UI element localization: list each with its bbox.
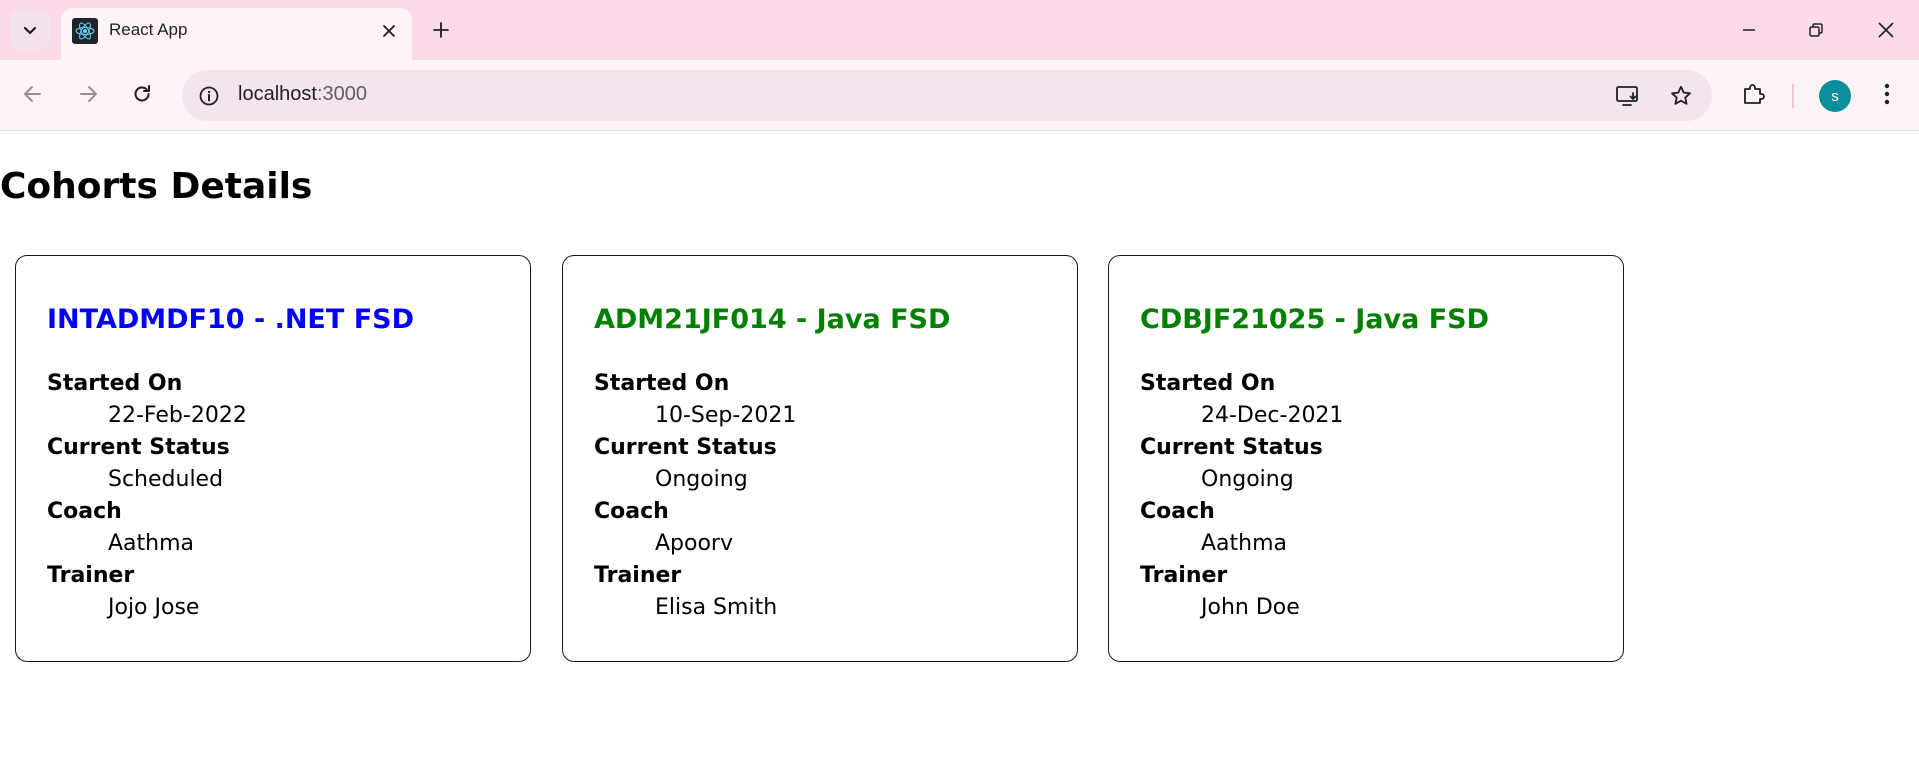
- more-vertical-icon: [1884, 83, 1890, 105]
- cohort-details: Started On 24-Dec-2021 Current Status On…: [1140, 368, 1343, 624]
- current-status-value: Ongoing: [1201, 467, 1294, 492]
- cohort-card: ADM21JF014 - Java FSD Started On 10-Sep-…: [562, 255, 1078, 662]
- reload-icon: [134, 85, 150, 102]
- current-status-label: Current Status: [594, 435, 777, 460]
- current-status-label: Current Status: [1140, 435, 1323, 460]
- started-on-label: Started On: [47, 371, 183, 396]
- trainer-value: Elisa Smith: [655, 595, 778, 620]
- toolbar-divider: [1792, 84, 1794, 108]
- address-bar[interactable]: localhost:3000: [182, 70, 1712, 121]
- trainer-label: Trainer: [1140, 563, 1228, 588]
- cohort-details: Started On 10-Sep-2021 Current Status On…: [594, 368, 796, 624]
- site-info-icon[interactable]: [196, 83, 221, 108]
- tab-search-button[interactable]: [10, 10, 50, 50]
- tab-title: React App: [109, 20, 188, 39]
- reload-button[interactable]: [122, 74, 162, 114]
- started-on-label: Started On: [594, 371, 730, 396]
- started-on-label: Started On: [1140, 371, 1276, 396]
- started-on-value: 22-Feb-2022: [108, 403, 247, 428]
- browser-tab-active[interactable]: React App: [61, 8, 412, 60]
- extensions-button[interactable]: [1734, 74, 1774, 114]
- close-icon: [383, 25, 395, 37]
- new-tab-button[interactable]: [425, 14, 457, 46]
- page-title: Cohorts Details: [0, 166, 313, 207]
- puzzle-icon: [1744, 84, 1765, 104]
- browser-toolbar: localhost:3000 s: [0, 60, 1919, 131]
- trainer-label: Trainer: [594, 563, 682, 588]
- url-host: localhost: [238, 83, 317, 105]
- trainer-label: Trainer: [47, 563, 135, 588]
- arrow-right-icon: [80, 86, 97, 102]
- chevron-down-icon: [23, 26, 37, 35]
- restore-icon: [1809, 23, 1823, 37]
- close-icon: [1878, 22, 1894, 38]
- forward-button[interactable]: [68, 74, 108, 114]
- install-app-icon: [1616, 86, 1638, 106]
- coach-value: Aathma: [1201, 531, 1288, 556]
- coach-value: Aathma: [108, 531, 195, 556]
- coach-label: Coach: [47, 499, 122, 524]
- react-logo-icon: [72, 18, 98, 44]
- cohort-title: INTADMDF10 - .NET FSD: [47, 304, 414, 335]
- cohort-title: ADM21JF014 - Java FSD: [594, 304, 951, 335]
- cohort-details: Started On 22-Feb-2022 Current Status Sc…: [47, 368, 247, 624]
- url-text[interactable]: localhost:3000: [238, 83, 367, 106]
- close-window-button[interactable]: [1851, 0, 1919, 60]
- current-status-value: Scheduled: [108, 467, 224, 492]
- tab-close-button[interactable]: [376, 18, 402, 44]
- started-on-value: 10-Sep-2021: [655, 403, 797, 428]
- plus-icon: [433, 22, 449, 38]
- current-status-value: Ongoing: [655, 467, 748, 492]
- trainer-value: Jojo Jose: [108, 595, 200, 620]
- browser-menu-button[interactable]: [1867, 74, 1907, 114]
- cohort-card: CDBJF21025 - Java FSD Started On 24-Dec-…: [1108, 255, 1624, 662]
- minimize-icon: [1743, 29, 1755, 31]
- browser-tabstrip: React App: [0, 0, 1919, 60]
- arrow-left-icon: [24, 86, 41, 102]
- minimize-button[interactable]: [1714, 0, 1784, 60]
- trainer-value: John Doe: [1201, 595, 1300, 620]
- coach-label: Coach: [594, 499, 669, 524]
- bookmark-button[interactable]: [1665, 80, 1697, 112]
- url-port: :3000: [316, 83, 367, 105]
- star-icon: [1671, 85, 1691, 105]
- profile-avatar[interactable]: s: [1819, 80, 1851, 112]
- install-app-button[interactable]: [1612, 80, 1644, 112]
- cohort-title: CDBJF21025 - Java FSD: [1140, 304, 1490, 335]
- cohort-card: INTADMDF10 - .NET FSD Started On 22-Feb-…: [15, 255, 531, 662]
- started-on-value: 24-Dec-2021: [1201, 403, 1344, 428]
- back-button[interactable]: [13, 74, 53, 114]
- current-status-label: Current Status: [47, 435, 230, 460]
- coach-label: Coach: [1140, 499, 1215, 524]
- restore-button[interactable]: [1781, 0, 1851, 60]
- coach-value: Apoorv: [655, 531, 733, 556]
